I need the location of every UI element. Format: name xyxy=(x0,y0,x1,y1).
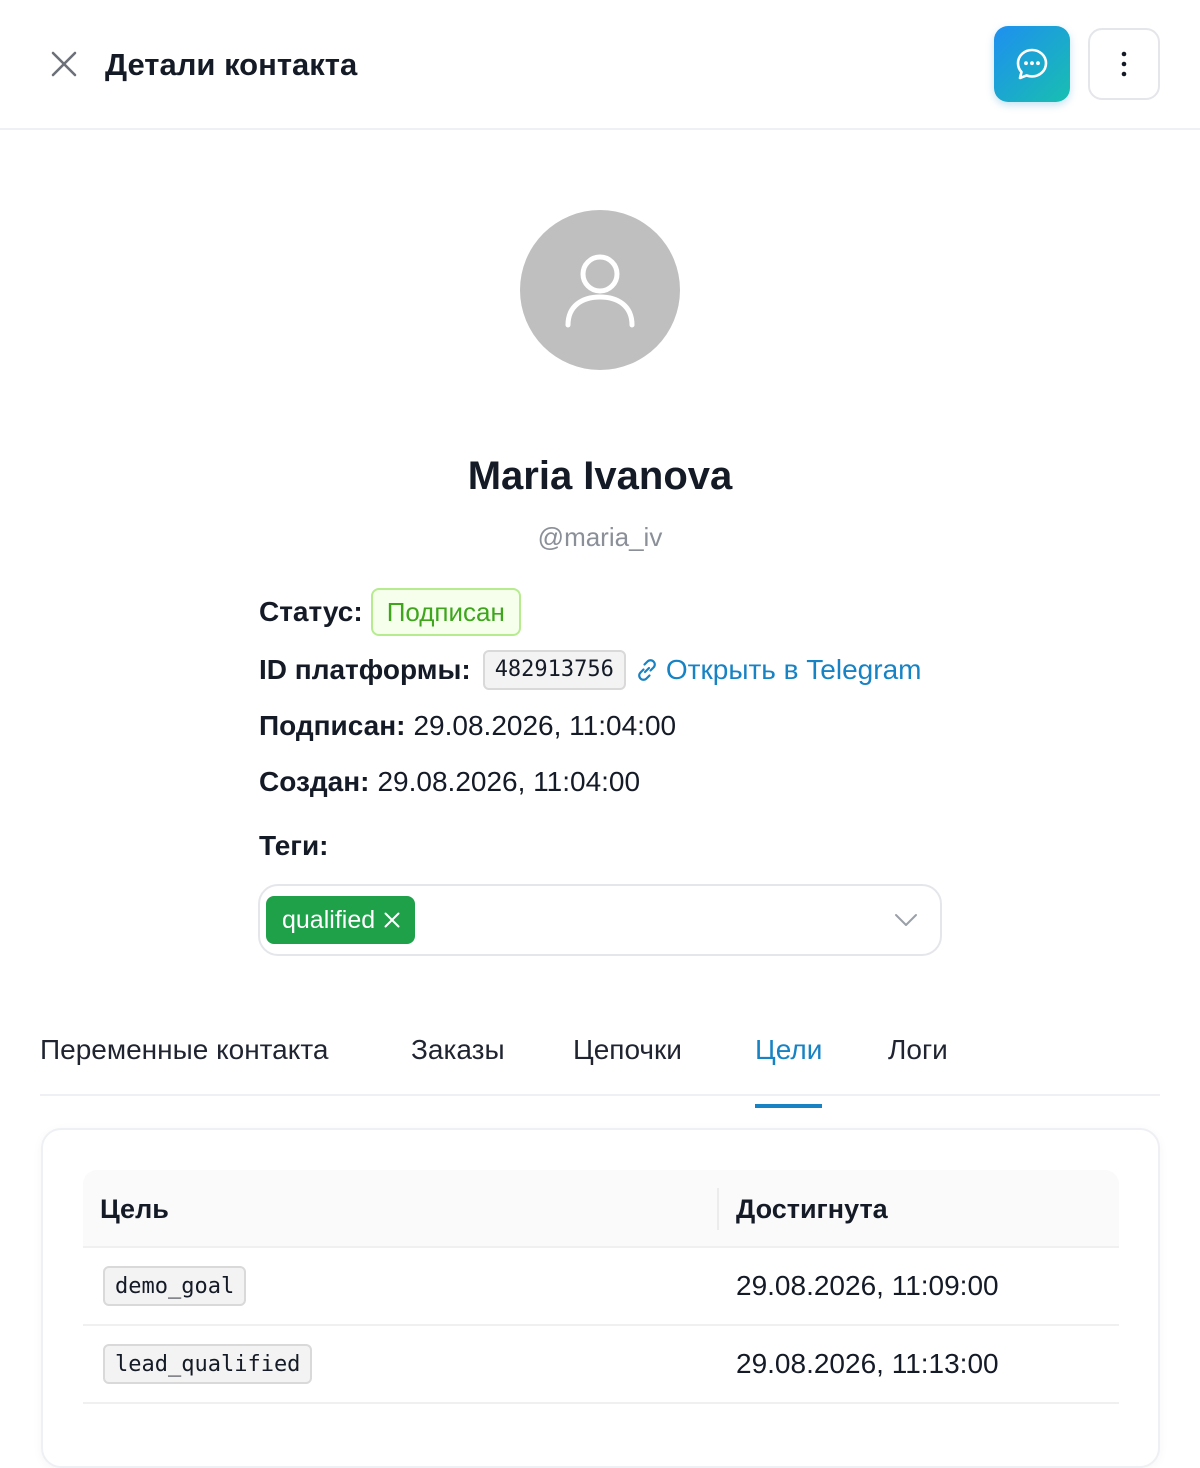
avatar xyxy=(520,210,680,370)
tab-contact-variables[interactable]: Переменные контакта xyxy=(40,1032,328,1068)
tab-logs[interactable]: Логи xyxy=(888,1032,948,1068)
goal-name: lead_qualified xyxy=(103,1344,313,1384)
goals-card: Цель Достигнута demo_goal 29.08.2026, 11… xyxy=(41,1128,1160,1468)
user-icon xyxy=(565,254,635,328)
tags-select[interactable]: qualified xyxy=(258,884,942,956)
platform-id-row: ID платформы: 482913756 Открыть в Telegr… xyxy=(259,650,921,690)
goal-name: demo_goal xyxy=(103,1266,247,1306)
created-row: Создан: 29.08.2026, 11:04:00 xyxy=(259,764,640,800)
close-button[interactable] xyxy=(44,44,84,84)
subscribed-row: Подписан: 29.08.2026, 11:04:00 xyxy=(259,708,676,744)
platform-id-value: 482913756 xyxy=(482,650,626,690)
goal-reached-date: 29.08.2026, 11:13:00 xyxy=(736,1348,999,1379)
tag-chip: qualified xyxy=(266,896,416,944)
chevron-down-icon xyxy=(895,914,917,926)
chat-button[interactable] xyxy=(994,26,1070,102)
goal-reached-date: 29.08.2026, 11:09:00 xyxy=(736,1270,999,1301)
remove-tag-button[interactable] xyxy=(383,911,401,929)
contact-username: @maria_iv xyxy=(537,522,663,552)
created-label: Создан: xyxy=(259,766,370,797)
header: Детали контакта xyxy=(0,0,1200,130)
more-vertical-icon xyxy=(1121,51,1127,77)
close-icon xyxy=(384,912,400,928)
status-badge: Подписан xyxy=(370,588,521,636)
table-row: demo_goal 29.08.2026, 11:09:00 xyxy=(83,1248,1119,1326)
page-title: Детали контакта xyxy=(105,47,358,82)
more-options-button[interactable] xyxy=(1088,28,1160,100)
contact-name: Maria Ivanova xyxy=(467,454,733,498)
tab-orders[interactable]: Заказы xyxy=(411,1032,505,1068)
open-in-telegram-link[interactable]: Открыть в Telegram xyxy=(634,652,922,688)
platform-id-label: ID платформы: xyxy=(259,654,471,685)
status-row: Статус: Подписан xyxy=(259,588,521,636)
column-header-reached: Достигнута xyxy=(736,1193,888,1224)
link-icon xyxy=(638,659,656,681)
table-row: lead_qualified 29.08.2026, 11:13:00 xyxy=(83,1326,1119,1404)
close-icon xyxy=(51,51,77,77)
subscribed-label: Подписан: xyxy=(259,710,406,741)
tags-label: Теги: xyxy=(259,830,329,861)
column-divider xyxy=(717,1188,719,1230)
tag-chip-label: qualified xyxy=(282,905,376,934)
open-in-telegram-label: Открыть в Telegram xyxy=(665,654,922,685)
column-header-goal: Цель xyxy=(100,1193,169,1224)
goals-table: Цель Достигнута demo_goal 29.08.2026, 11… xyxy=(83,1170,1119,1404)
status-label: Статус: xyxy=(259,596,363,627)
tabs-bar: Переменные контакта Заказы Цепочки Цели … xyxy=(40,1020,1160,1108)
tab-goals[interactable]: Цели xyxy=(755,1032,823,1108)
chat-bubble-icon xyxy=(1016,48,1048,80)
tab-chains[interactable]: Цепочки xyxy=(573,1032,682,1068)
table-header: Цель Достигнута xyxy=(83,1170,1119,1248)
created-value: 29.08.2026, 11:04:00 xyxy=(377,766,641,797)
subscribed-value: 29.08.2026, 11:04:00 xyxy=(413,710,677,741)
